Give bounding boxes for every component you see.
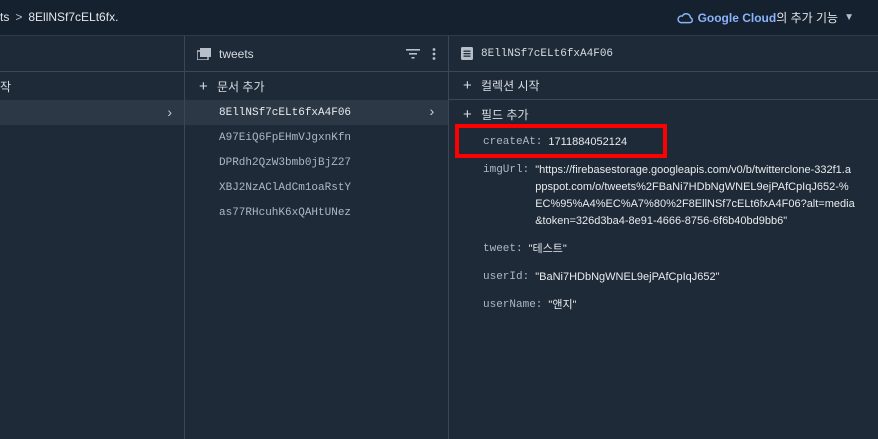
document-item[interactable]: DPRdh2QzW3bmb0jBjZ27 <box>185 150 448 175</box>
field-row[interactable]: tweet: "테스트" <box>483 241 878 258</box>
field-key: imgUrl: <box>483 164 530 176</box>
document-id: XBJ2NzAClAdCm1oaRstY <box>219 181 352 194</box>
start-collection-button[interactable]: 작 <box>0 72 184 100</box>
extensions-label: 의 추가 기능 <box>776 11 839 25</box>
chevron-right-icon: › <box>167 104 172 120</box>
document-panel: 8EllNSf7cELt6fxA4F06 + 컬렉션 시작 + 필드 추가 cr… <box>449 36 878 439</box>
chevron-right-icon: > <box>15 10 23 24</box>
cloud-icon <box>676 12 693 23</box>
start-collection-button[interactable]: + 컬렉션 시작 <box>449 72 878 100</box>
plus-icon: + <box>199 77 208 95</box>
plus-icon: + <box>463 77 472 94</box>
top-bar: ts >8EllNSf7cELt6fx. Google Cloud 의 추가 기능 … <box>0 0 878 36</box>
root-panel-header <box>0 36 184 72</box>
collection-title: tweets <box>219 46 254 61</box>
add-document-label: 문서 추가 <box>217 79 265 94</box>
collection-panel-header: tweets <box>185 36 448 72</box>
document-id: 8EllNSf7cELt6fxA4F06 <box>219 106 352 119</box>
field-value: "앤지" <box>548 299 577 311</box>
highlight-box <box>455 124 667 158</box>
breadcrumb: ts >8EllNSf7cELt6fx. <box>0 10 118 24</box>
chevron-right-icon: › <box>427 104 436 121</box>
document-item[interactable]: 8EllNSf7cELt6fxA4F06 › <box>185 100 448 125</box>
document-title: 8EllNSf7cELt6fxA4F06 <box>481 47 614 60</box>
breadcrumb-segment[interactable]: ts <box>0 10 9 24</box>
selected-collection-row[interactable]: › <box>0 100 184 125</box>
document-id: DPRdh2QzW3bmb0jBjZ27 <box>219 156 352 169</box>
field-key: userId: <box>483 271 530 283</box>
document-item[interactable]: as77RHcuhK6xQAHtUNez <box>185 200 448 225</box>
document-id: A97EiQ6FpEHmVJgxnKfn <box>219 131 352 144</box>
collection-icon <box>197 47 211 60</box>
start-collection-label: 작 <box>0 79 12 94</box>
plus-icon: + <box>463 105 472 123</box>
field-value: "테스트" <box>528 243 567 255</box>
chevron-down-icon: ▼ <box>844 12 854 23</box>
field-row[interactable]: imgUrl: "https://firebasestorage.googlea… <box>483 162 878 230</box>
document-item[interactable]: XBJ2NzAClAdCm1oaRstY <box>185 175 448 200</box>
document-panel-header: 8EllNSf7cELt6fxA4F06 <box>449 36 878 72</box>
field-value: "https://firebasestorage.googleapis.com/… <box>535 164 855 227</box>
filter-icon[interactable] <box>406 48 420 59</box>
breadcrumb-segment-current[interactable]: 8EllNSf7cELt6fx. <box>28 10 118 24</box>
google-cloud-extensions-button[interactable]: Google Cloud 의 추가 기능 ▼ <box>676 9 854 26</box>
field-value: "BaNi7HDbNgWNEL9ejPAfCpIqJ652" <box>535 271 720 283</box>
field-row[interactable]: userId: "BaNi7HDbNgWNEL9ejPAfCpIqJ652" <box>483 269 878 286</box>
document-item[interactable]: A97EiQ6FpEHmVJgxnKfn <box>185 125 448 150</box>
collection-panel: tweets + 문서 추가 8EllNSf7cELt6fxA4F06 › A9… <box>185 36 449 439</box>
root-panel: 작 › <box>0 36 185 439</box>
document-id: as77RHcuhK6xQAHtUNez <box>219 206 352 219</box>
field-key: userName: <box>483 299 543 311</box>
field-key: tweet: <box>483 243 523 255</box>
document-icon <box>461 47 473 60</box>
add-document-button[interactable]: + 문서 추가 <box>185 72 448 100</box>
field-row[interactable]: userName: "앤지" <box>483 297 878 314</box>
add-field-label: 필드 추가 <box>481 107 529 122</box>
more-vert-icon[interactable] <box>432 47 436 60</box>
start-collection-label: 컬렉션 시작 <box>481 79 540 93</box>
brand-label: Google Cloud <box>697 10 777 25</box>
